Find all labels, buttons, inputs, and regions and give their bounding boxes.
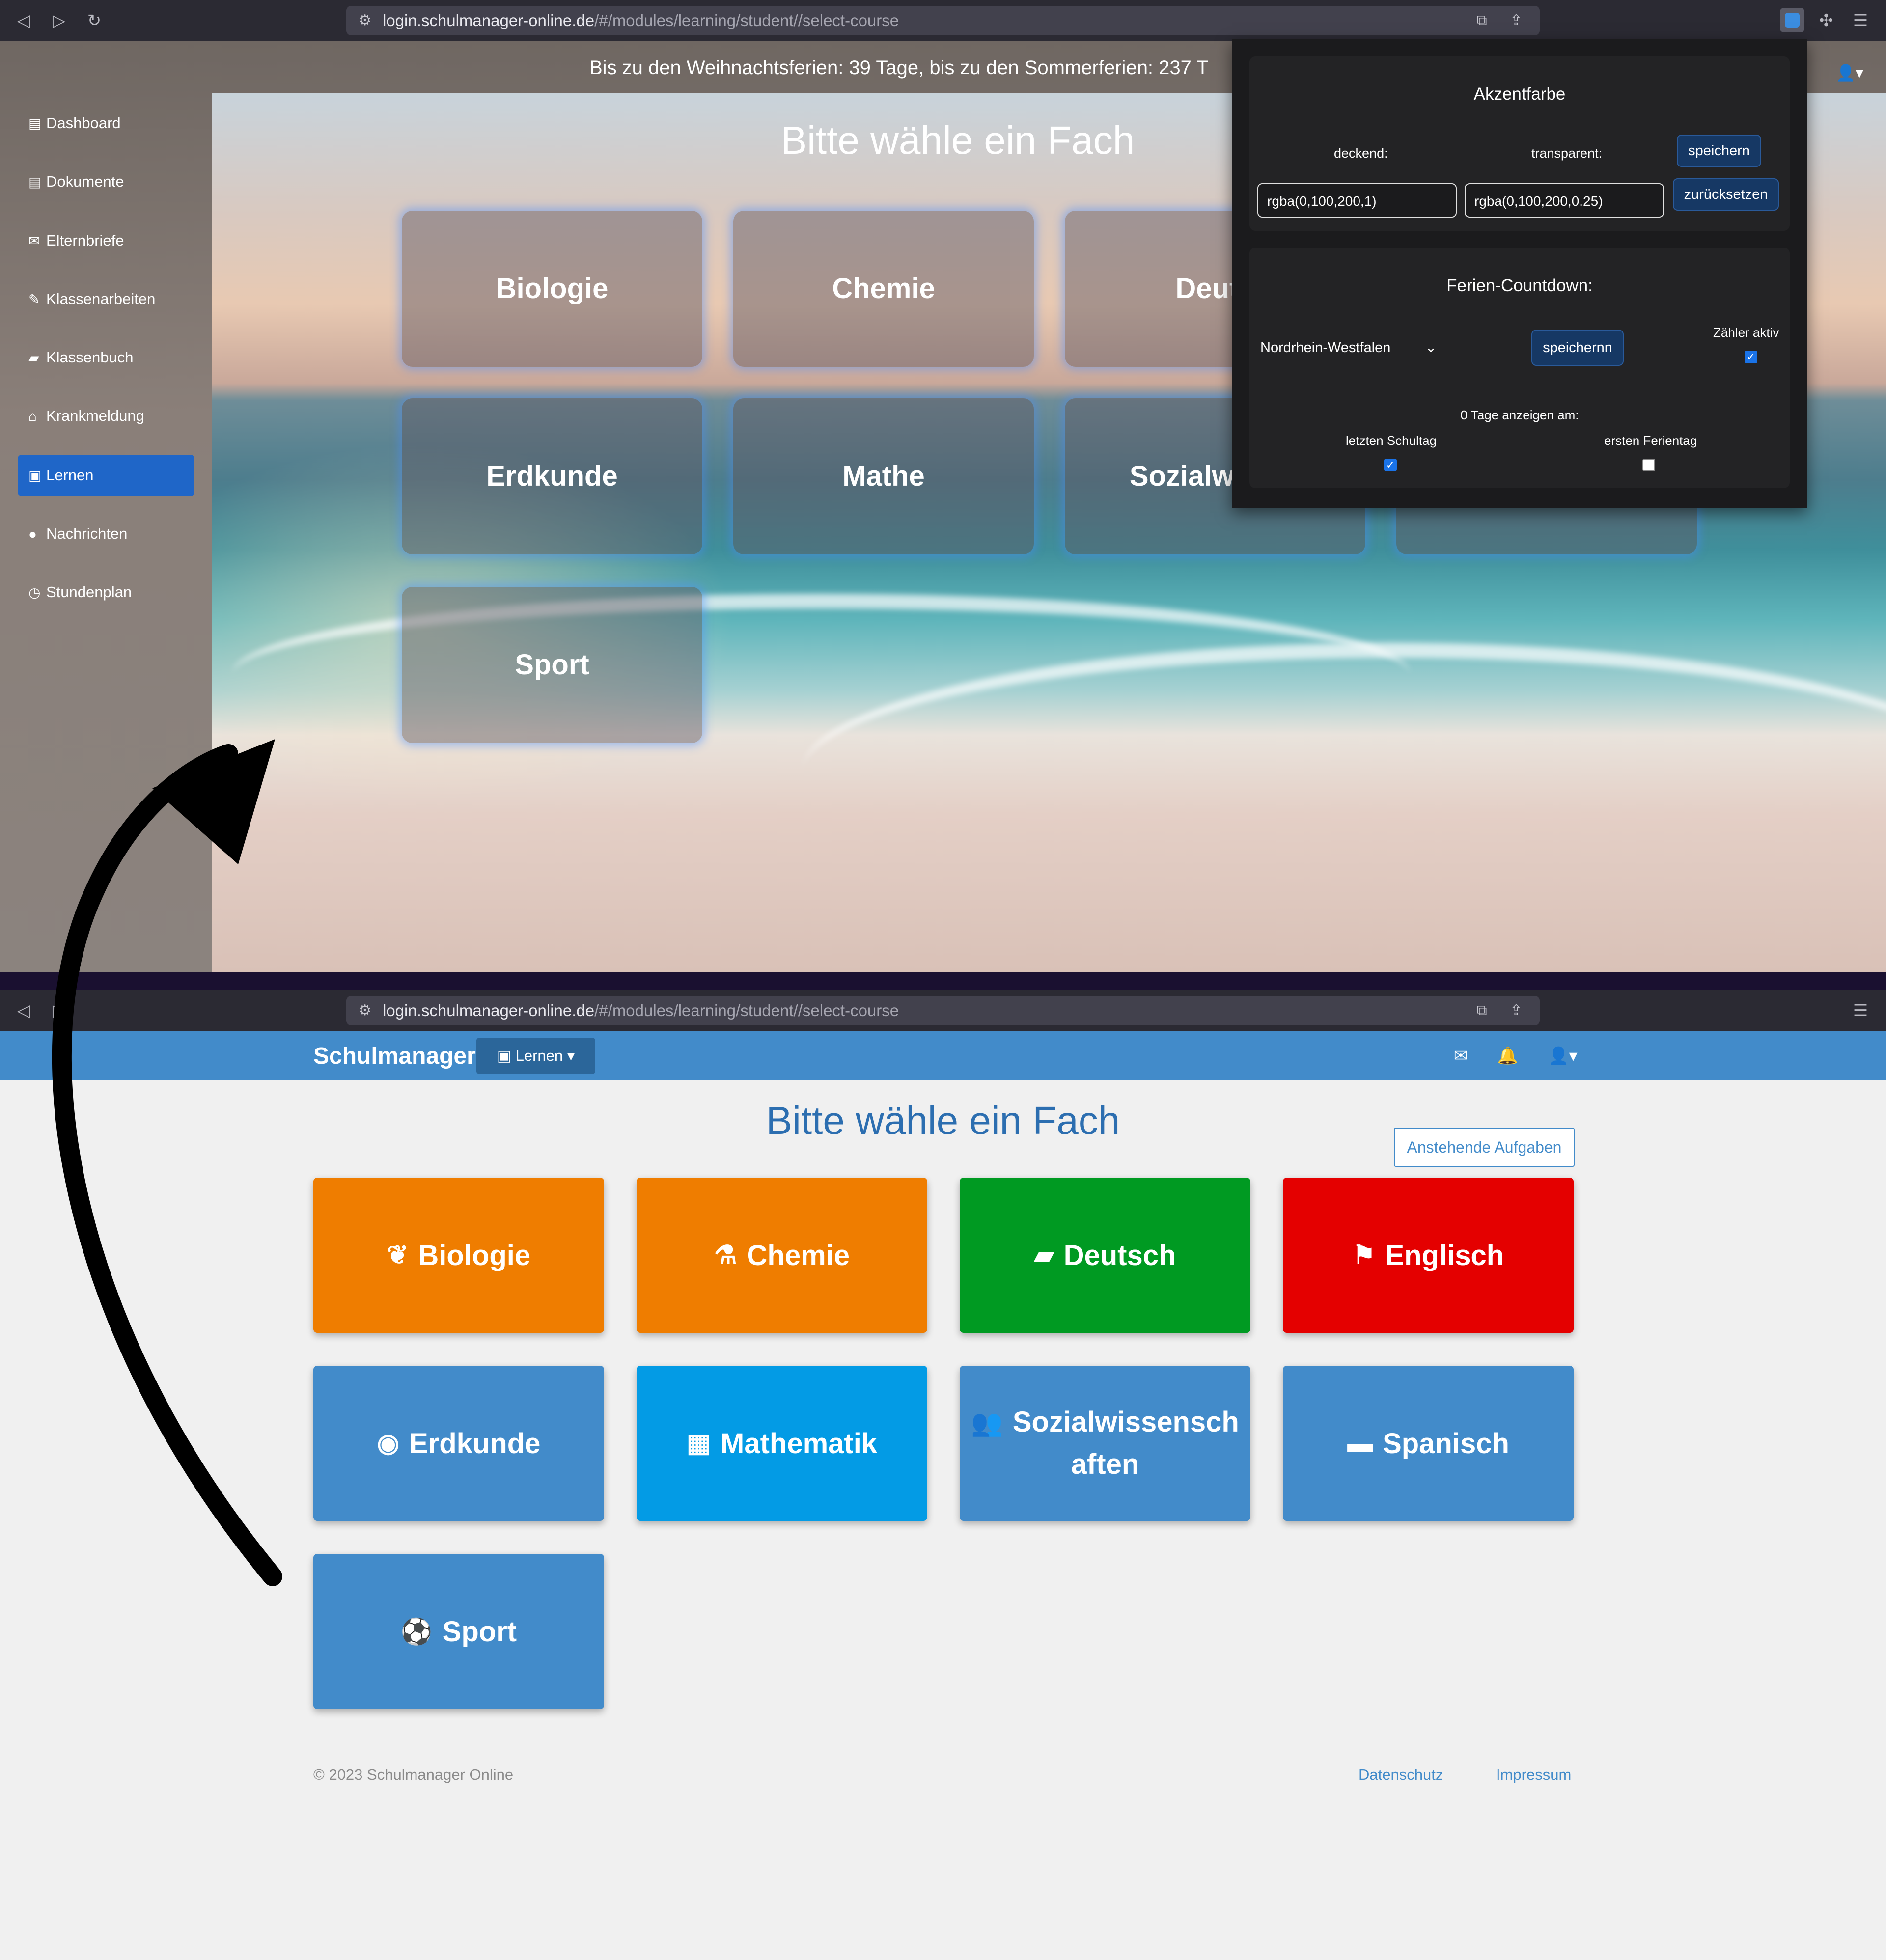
annotation-arrow	[52, 739, 282, 1586]
arrow-curve	[52, 744, 282, 1586]
